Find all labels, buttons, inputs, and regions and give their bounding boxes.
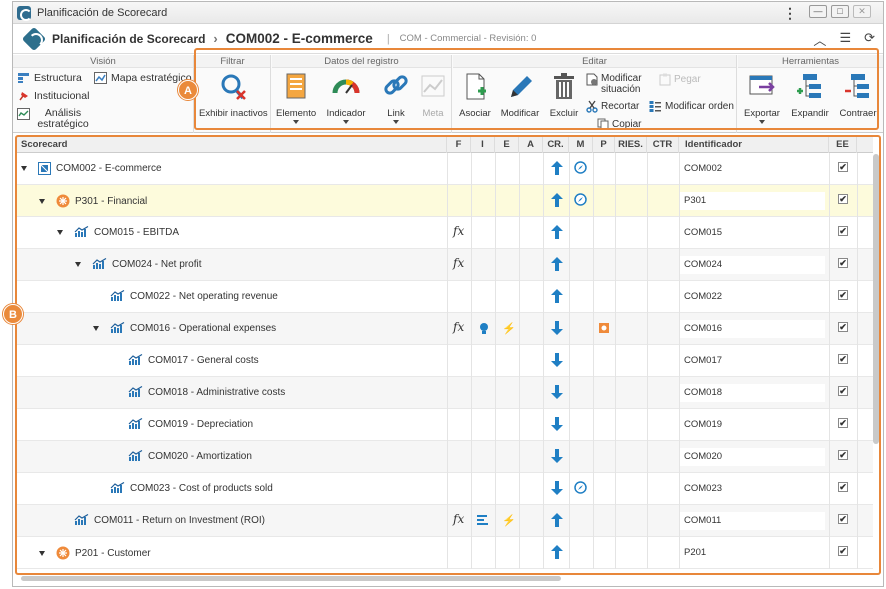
callout-b-badge: B bbox=[3, 304, 23, 324]
institucional-button[interactable]: Institucional bbox=[17, 90, 89, 102]
window-title: Planificación de Scorecard bbox=[37, 6, 168, 19]
close-button[interactable]: ✕ bbox=[853, 5, 871, 18]
list-view-icon[interactable]: ☰ bbox=[839, 30, 851, 49]
breadcrumb-separator: › bbox=[213, 31, 218, 46]
analisis-estrategico-button[interactable]: Análisis estratégico bbox=[17, 108, 92, 130]
refresh-icon[interactable]: ⟳ bbox=[864, 30, 875, 49]
institucional-label: Institucional bbox=[34, 90, 90, 102]
map-icon bbox=[94, 72, 107, 84]
app-name: Planificación de Scorecard bbox=[52, 31, 206, 46]
callout-a-highlight bbox=[194, 48, 879, 130]
analisis-estrategico-label: Análisis estratégico bbox=[37, 107, 89, 130]
minimize-button[interactable]: — bbox=[809, 5, 827, 18]
analysis-icon bbox=[17, 108, 30, 120]
application-window: Planificación de Scorecard ⋮ — □ ✕ Plani… bbox=[3, 1, 884, 587]
group-vision: Visión Estructura Mapa estratégico Insti… bbox=[13, 55, 194, 133]
callout-a-badge: A bbox=[178, 80, 198, 100]
mapa-estrategico-label: Mapa estratégico bbox=[111, 72, 192, 84]
estructura-label: Estructura bbox=[34, 72, 82, 84]
pin-icon bbox=[19, 92, 28, 101]
structure-icon bbox=[18, 73, 29, 83]
app-icon bbox=[17, 5, 32, 21]
title-bar: Planificación de Scorecard ⋮ — □ ✕ bbox=[13, 2, 883, 24]
callout-b-highlight bbox=[15, 135, 881, 575]
more-options-icon[interactable]: ⋮ bbox=[783, 5, 797, 22]
header-divider: | bbox=[386, 32, 390, 45]
collapse-header-icon[interactable]: ︿ bbox=[813, 30, 826, 49]
app-logo bbox=[21, 26, 47, 52]
header-actions: ︿ ☰ ⟳ bbox=[813, 30, 875, 49]
mapa-estrategico-button[interactable]: Mapa estratégico bbox=[94, 72, 192, 84]
horizontal-scrollbar[interactable] bbox=[21, 576, 561, 581]
maximize-button[interactable]: □ bbox=[831, 5, 849, 18]
record-title: COM002 - E-commerce bbox=[225, 31, 373, 46]
estructura-button[interactable]: Estructura bbox=[17, 72, 82, 84]
group-vision-title: Visión bbox=[13, 55, 193, 68]
record-subtitle: COM - Commercial - Revisión: 0 bbox=[399, 33, 537, 44]
